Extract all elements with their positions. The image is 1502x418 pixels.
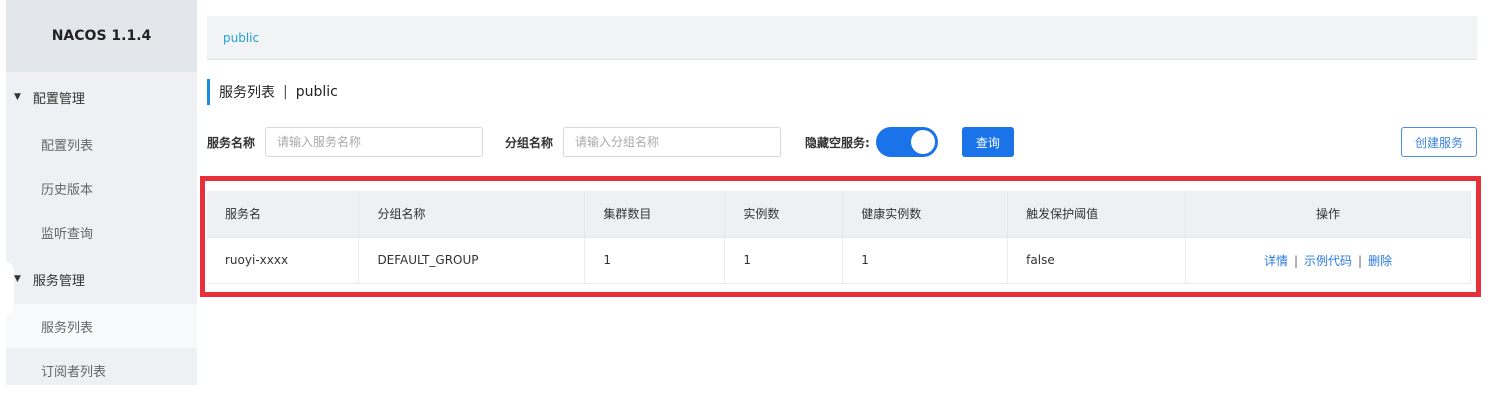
menu-group-config[interactable]: ▼ 配置管理 bbox=[6, 72, 197, 122]
title-separator: | bbox=[283, 84, 288, 100]
app-brand: NACOS 1.1.4 bbox=[6, 0, 197, 72]
menu-group-label: 服务管理 bbox=[32, 273, 85, 289]
toggle-knob bbox=[910, 130, 935, 154]
hide-empty-label: 隐藏空服务: bbox=[805, 135, 870, 150]
sidebar: NACOS 1.1.4 ▼ 配置管理 配置列表 历史版本 监听查询 ▼ 服务管理… bbox=[6, 0, 197, 385]
menu-item-config-list[interactable]: 配置列表 bbox=[6, 122, 197, 166]
sidebar-collapse-handle[interactable] bbox=[6, 262, 14, 314]
menu-item-service-list[interactable]: 服务列表 bbox=[6, 304, 197, 348]
page-title-text: 服务列表 bbox=[219, 85, 275, 101]
group-name-input[interactable] bbox=[563, 127, 782, 157]
page-title: 服务列表 | public bbox=[207, 79, 338, 105]
page-title-namespace: public bbox=[295, 84, 338, 100]
menu-group-label: 配置管理 bbox=[32, 91, 85, 107]
caret-down-icon: ▼ bbox=[14, 92, 21, 102]
service-name-label: 服务名称 bbox=[207, 135, 256, 150]
caret-down-icon: ▼ bbox=[14, 274, 21, 284]
hide-empty-toggle[interactable] bbox=[875, 127, 938, 157]
menu-item-subscriber-list[interactable]: 订阅者列表 bbox=[6, 348, 197, 392]
namespace-bar: public bbox=[207, 16, 1477, 60]
menu-item-listener-query[interactable]: 监听查询 bbox=[6, 210, 197, 254]
highlight-box bbox=[200, 176, 1481, 297]
namespace-tab-public[interactable]: public bbox=[223, 31, 259, 45]
service-name-input[interactable] bbox=[265, 127, 484, 157]
menu-group-service[interactable]: ▼ 服务管理 bbox=[6, 254, 197, 304]
menu-item-history[interactable]: 历史版本 bbox=[6, 166, 197, 210]
group-name-label: 分组名称 bbox=[505, 135, 554, 150]
filter-bar: 服务名称 分组名称 隐藏空服务: 查询 创建服务 bbox=[207, 126, 1477, 158]
create-service-button[interactable]: 创建服务 bbox=[1400, 127, 1477, 157]
query-button[interactable]: 查询 bbox=[961, 127, 1014, 157]
